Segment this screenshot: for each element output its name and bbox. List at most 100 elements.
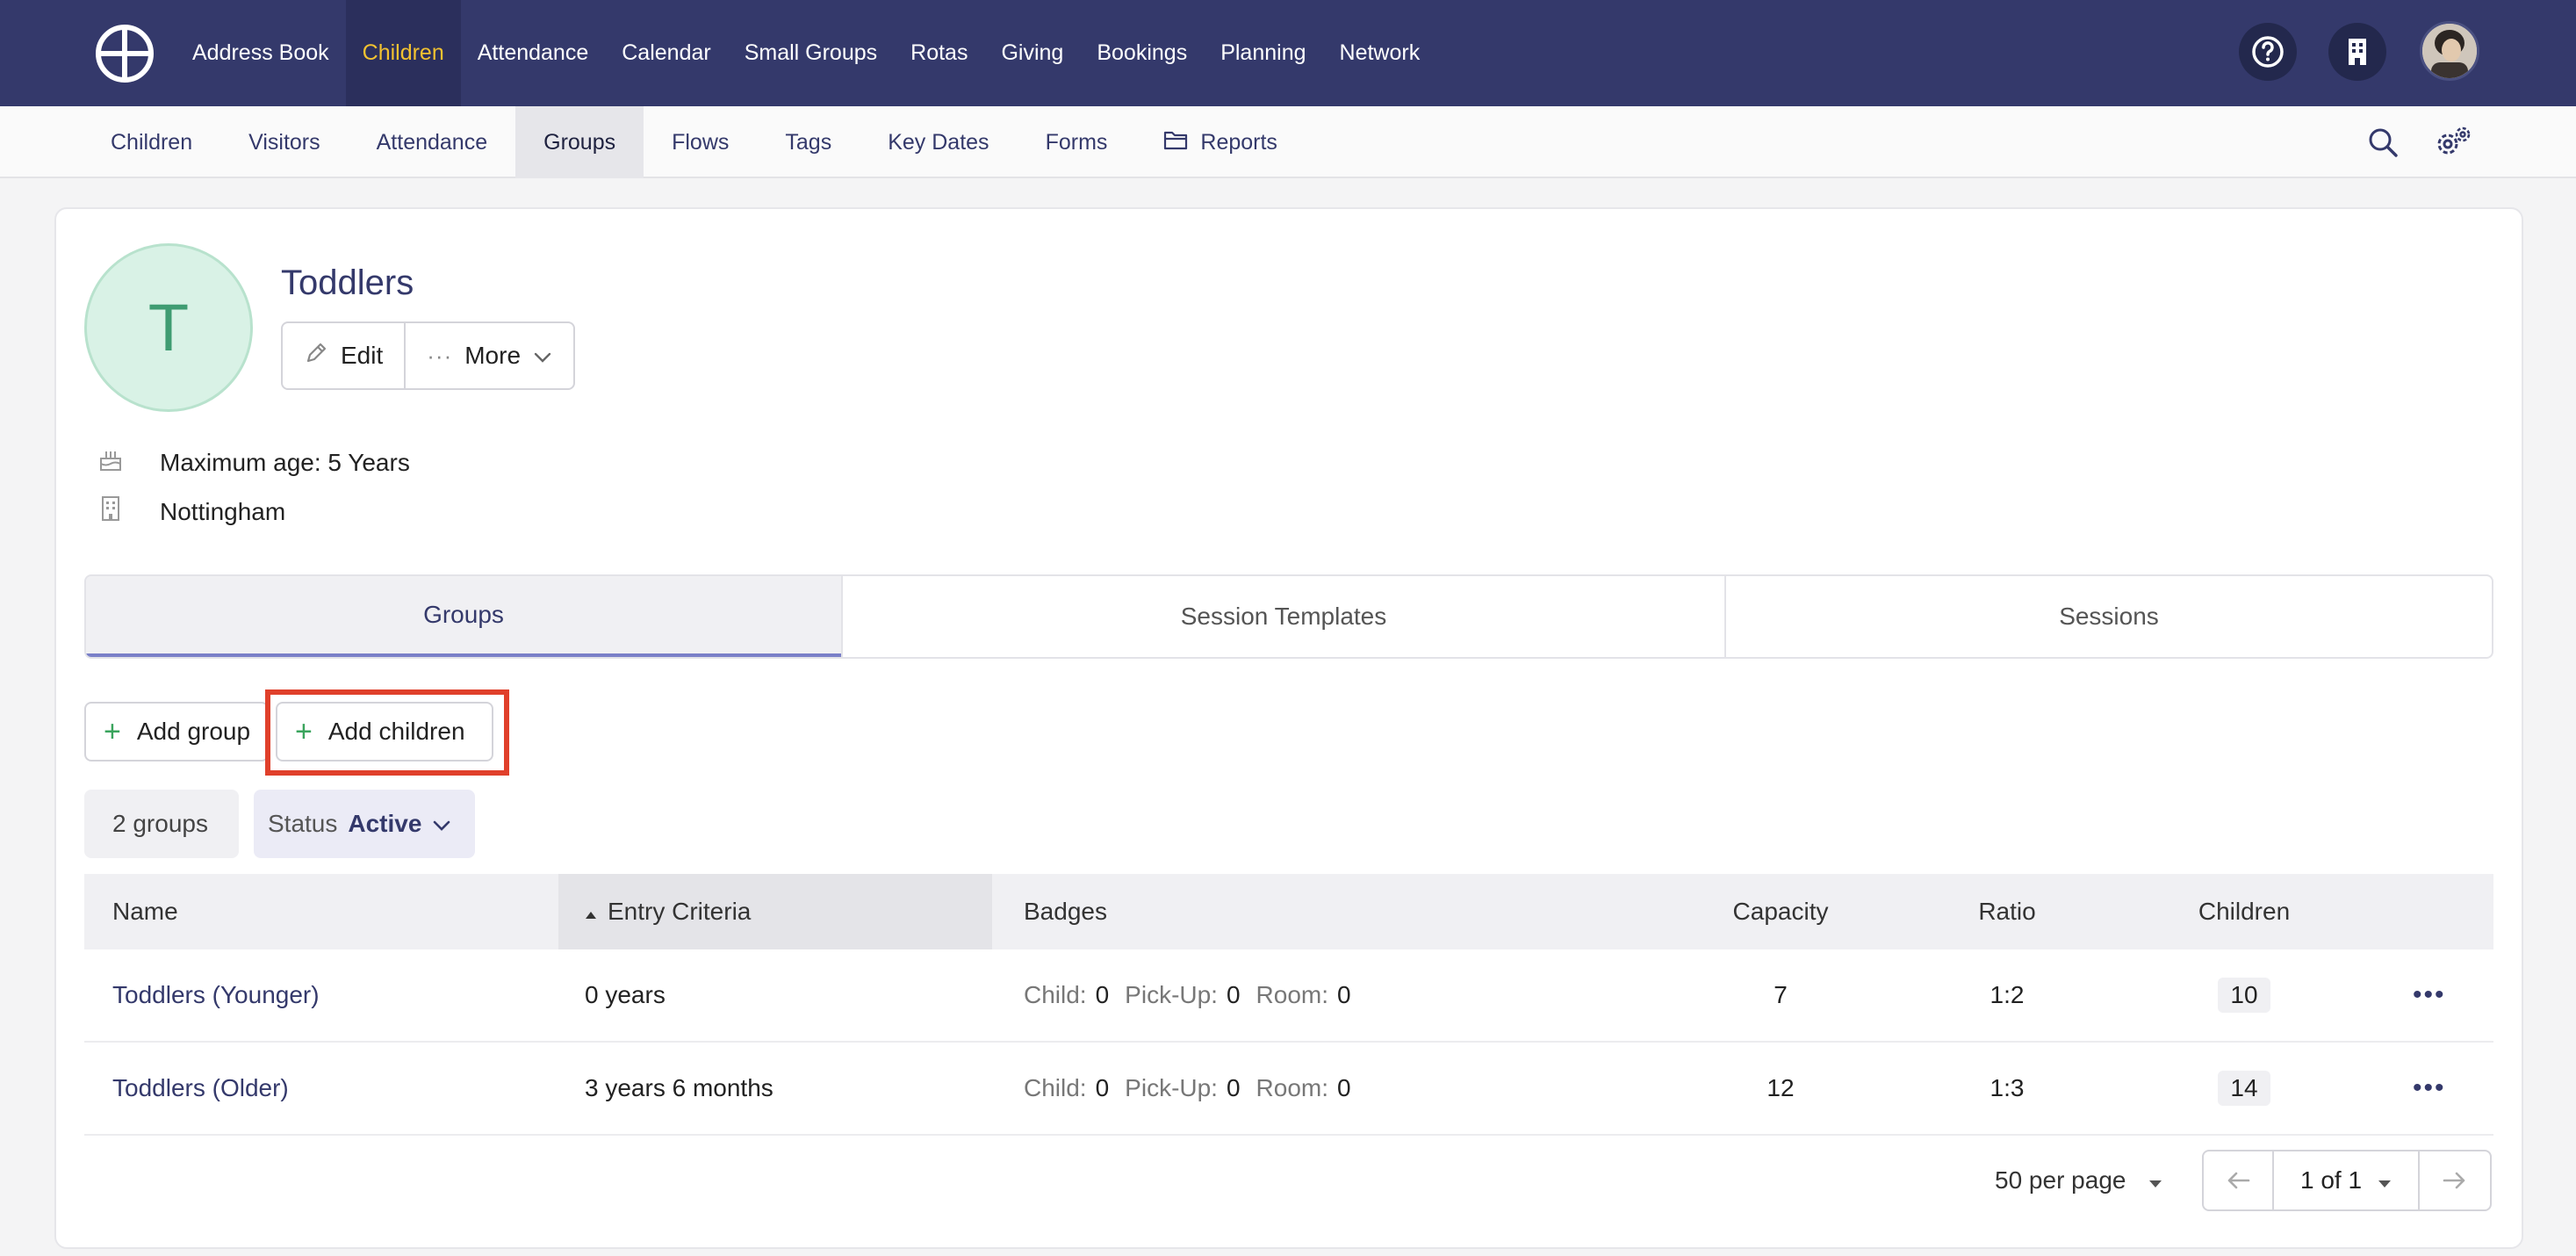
child-badge-count: 0: [1095, 1074, 1110, 1101]
subnav-reports[interactable]: Reports: [1135, 106, 1306, 178]
tab-groups[interactable]: Groups: [86, 576, 841, 657]
subnav-label: Attendance: [376, 129, 488, 155]
topnav-rotas[interactable]: Rotas: [894, 0, 984, 106]
page-select[interactable]: 1 of 1: [2274, 1151, 2420, 1209]
badges-cell: Child: 0 Pick-Up: 0 Room: 0: [1024, 1043, 1351, 1134]
next-page-icon[interactable]: [2420, 1151, 2490, 1209]
tab-sessions[interactable]: Sessions: [1724, 576, 2492, 657]
child-badge-label: Child:: [1024, 981, 1087, 1008]
children-count-cell: 10: [2191, 949, 2297, 1041]
children-count-cell: 14: [2191, 1043, 2297, 1134]
edit-button[interactable]: Edit: [283, 323, 404, 388]
table-header: Name Entry Criteria Badges Capacity Rati…: [84, 874, 2493, 949]
children-count[interactable]: 14: [2218, 1071, 2270, 1106]
search-icon[interactable]: [2362, 121, 2404, 163]
subnav-flows[interactable]: Flows: [644, 106, 757, 178]
topnav-children[interactable]: Children: [345, 0, 461, 106]
highlight-box: [265, 689, 509, 776]
column-ratio[interactable]: Ratio: [1972, 874, 2042, 949]
row-menu-icon[interactable]: •••: [2413, 1043, 2446, 1134]
pagination: 1 of 1: [2202, 1150, 2492, 1211]
column-children[interactable]: Children: [2191, 874, 2297, 949]
pickup-badge-count: 0: [1226, 1074, 1241, 1101]
building-icon[interactable]: [2328, 23, 2386, 81]
subnav-children[interactable]: Children: [83, 106, 220, 178]
group-name-link[interactable]: Toddlers (Younger): [112, 949, 320, 1041]
more-label: More: [464, 342, 522, 369]
children-count[interactable]: 10: [2218, 978, 2270, 1013]
subnav-label: Tags: [785, 129, 832, 155]
entry-criteria-cell: 0 years: [585, 981, 666, 1008]
badges-cell: Child: 0 Pick-Up: 0 Room: 0: [1024, 949, 1351, 1041]
add-group-button[interactable]: + Add group: [84, 702, 269, 762]
subnav-label: Key Dates: [888, 129, 989, 155]
capacity-cell: 12: [1767, 1074, 1795, 1101]
subnav-label: Reports: [1200, 129, 1277, 155]
table-row: Toddlers (Older) 3 years 6 months Child:…: [84, 1043, 2493, 1136]
app-logo-icon[interactable]: [95, 24, 155, 83]
column-entry-criteria-label: Entry Criteria: [608, 898, 752, 925]
group-name-link[interactable]: Toddlers (Older): [112, 1043, 289, 1134]
subnav-attendance[interactable]: Attendance: [349, 106, 516, 178]
per-page-label: 50 per page: [1995, 1166, 2126, 1194]
folder-icon: [1163, 129, 1188, 156]
max-age-text: Maximum age: 5 Years: [160, 448, 410, 476]
room-badge-label: Room:: [1256, 1074, 1329, 1101]
plus-icon: +: [104, 715, 121, 748]
subnav-groups[interactable]: Groups: [515, 106, 644, 178]
status-filter-label: Status: [268, 810, 338, 837]
prev-page-icon[interactable]: [2204, 1151, 2274, 1209]
status-filter[interactable]: Status Active: [254, 790, 475, 858]
room-badge-count: 0: [1337, 981, 1351, 1008]
avatar[interactable]: [2420, 21, 2479, 81]
help-icon[interactable]: [2239, 23, 2297, 81]
topnav-calendar[interactable]: Calendar: [605, 0, 727, 106]
column-entry-criteria[interactable]: Entry Criteria: [558, 874, 992, 949]
topnav-address-book[interactable]: Address Book: [176, 0, 346, 106]
capacity-cell: 7: [1774, 981, 1788, 1008]
topnav-planning[interactable]: Planning: [1204, 0, 1322, 106]
subnav-label: Children: [111, 129, 193, 155]
column-badges[interactable]: Badges: [1024, 874, 1107, 949]
room-badge-count: 0: [1337, 1074, 1351, 1101]
edit-label: Edit: [341, 342, 384, 369]
group-tabs: Groups Session Templates Sessions: [84, 574, 2493, 659]
topnav-small-groups[interactable]: Small Groups: [728, 0, 894, 106]
top-navigation: Address Book Children Attendance Calenda…: [0, 0, 2576, 106]
topnav-attendance[interactable]: Attendance: [461, 0, 606, 106]
per-page-select[interactable]: 50 per page: [1995, 1154, 2162, 1207]
ellipsis-icon: ···: [427, 342, 453, 369]
child-badge-label: Child:: [1024, 1074, 1087, 1101]
more-button[interactable]: ··· More: [404, 323, 573, 388]
tab-session-templates[interactable]: Session Templates: [841, 576, 1724, 657]
cake-icon: [98, 446, 123, 479]
pickup-badge-label: Pick-Up:: [1125, 1074, 1218, 1101]
caret-down-icon: [2378, 1166, 2392, 1195]
pickup-badge-count: 0: [1226, 981, 1241, 1008]
subnav-label: Groups: [543, 129, 616, 155]
topnav-giving[interactable]: Giving: [984, 0, 1080, 106]
settings-icon[interactable]: [2432, 121, 2474, 163]
chevron-down-icon: [432, 810, 451, 838]
subnav-label: Forms: [1045, 129, 1108, 155]
entry-criteria-cell: 3 years 6 months: [585, 1074, 774, 1101]
table-row: Toddlers (Younger) 0 years Child: 0 Pick…: [84, 949, 2493, 1043]
sort-ascending-icon: [585, 898, 597, 926]
subnav-forms[interactable]: Forms: [1018, 106, 1136, 178]
column-capacity[interactable]: Capacity: [1733, 874, 1829, 949]
topnav-network[interactable]: Network: [1323, 0, 1437, 106]
pickup-badge-label: Pick-Up:: [1125, 981, 1218, 1008]
page-title: Toddlers: [281, 263, 414, 302]
room-badge-label: Room:: [1256, 981, 1329, 1008]
subnav-tags[interactable]: Tags: [757, 106, 860, 178]
row-menu-icon[interactable]: •••: [2413, 949, 2446, 1041]
subnav-label: Flows: [672, 129, 730, 155]
group-count-badge: 2 groups: [84, 790, 239, 858]
status-filter-value: Active: [348, 810, 422, 837]
subnav-visitors[interactable]: Visitors: [220, 106, 349, 178]
max-age-row: Maximum age: 5 Years: [98, 446, 410, 479]
add-group-label: Add group: [136, 718, 251, 745]
topnav-bookings[interactable]: Bookings: [1080, 0, 1204, 106]
subnav-key-dates[interactable]: Key Dates: [860, 106, 1017, 178]
column-name[interactable]: Name: [112, 874, 178, 949]
